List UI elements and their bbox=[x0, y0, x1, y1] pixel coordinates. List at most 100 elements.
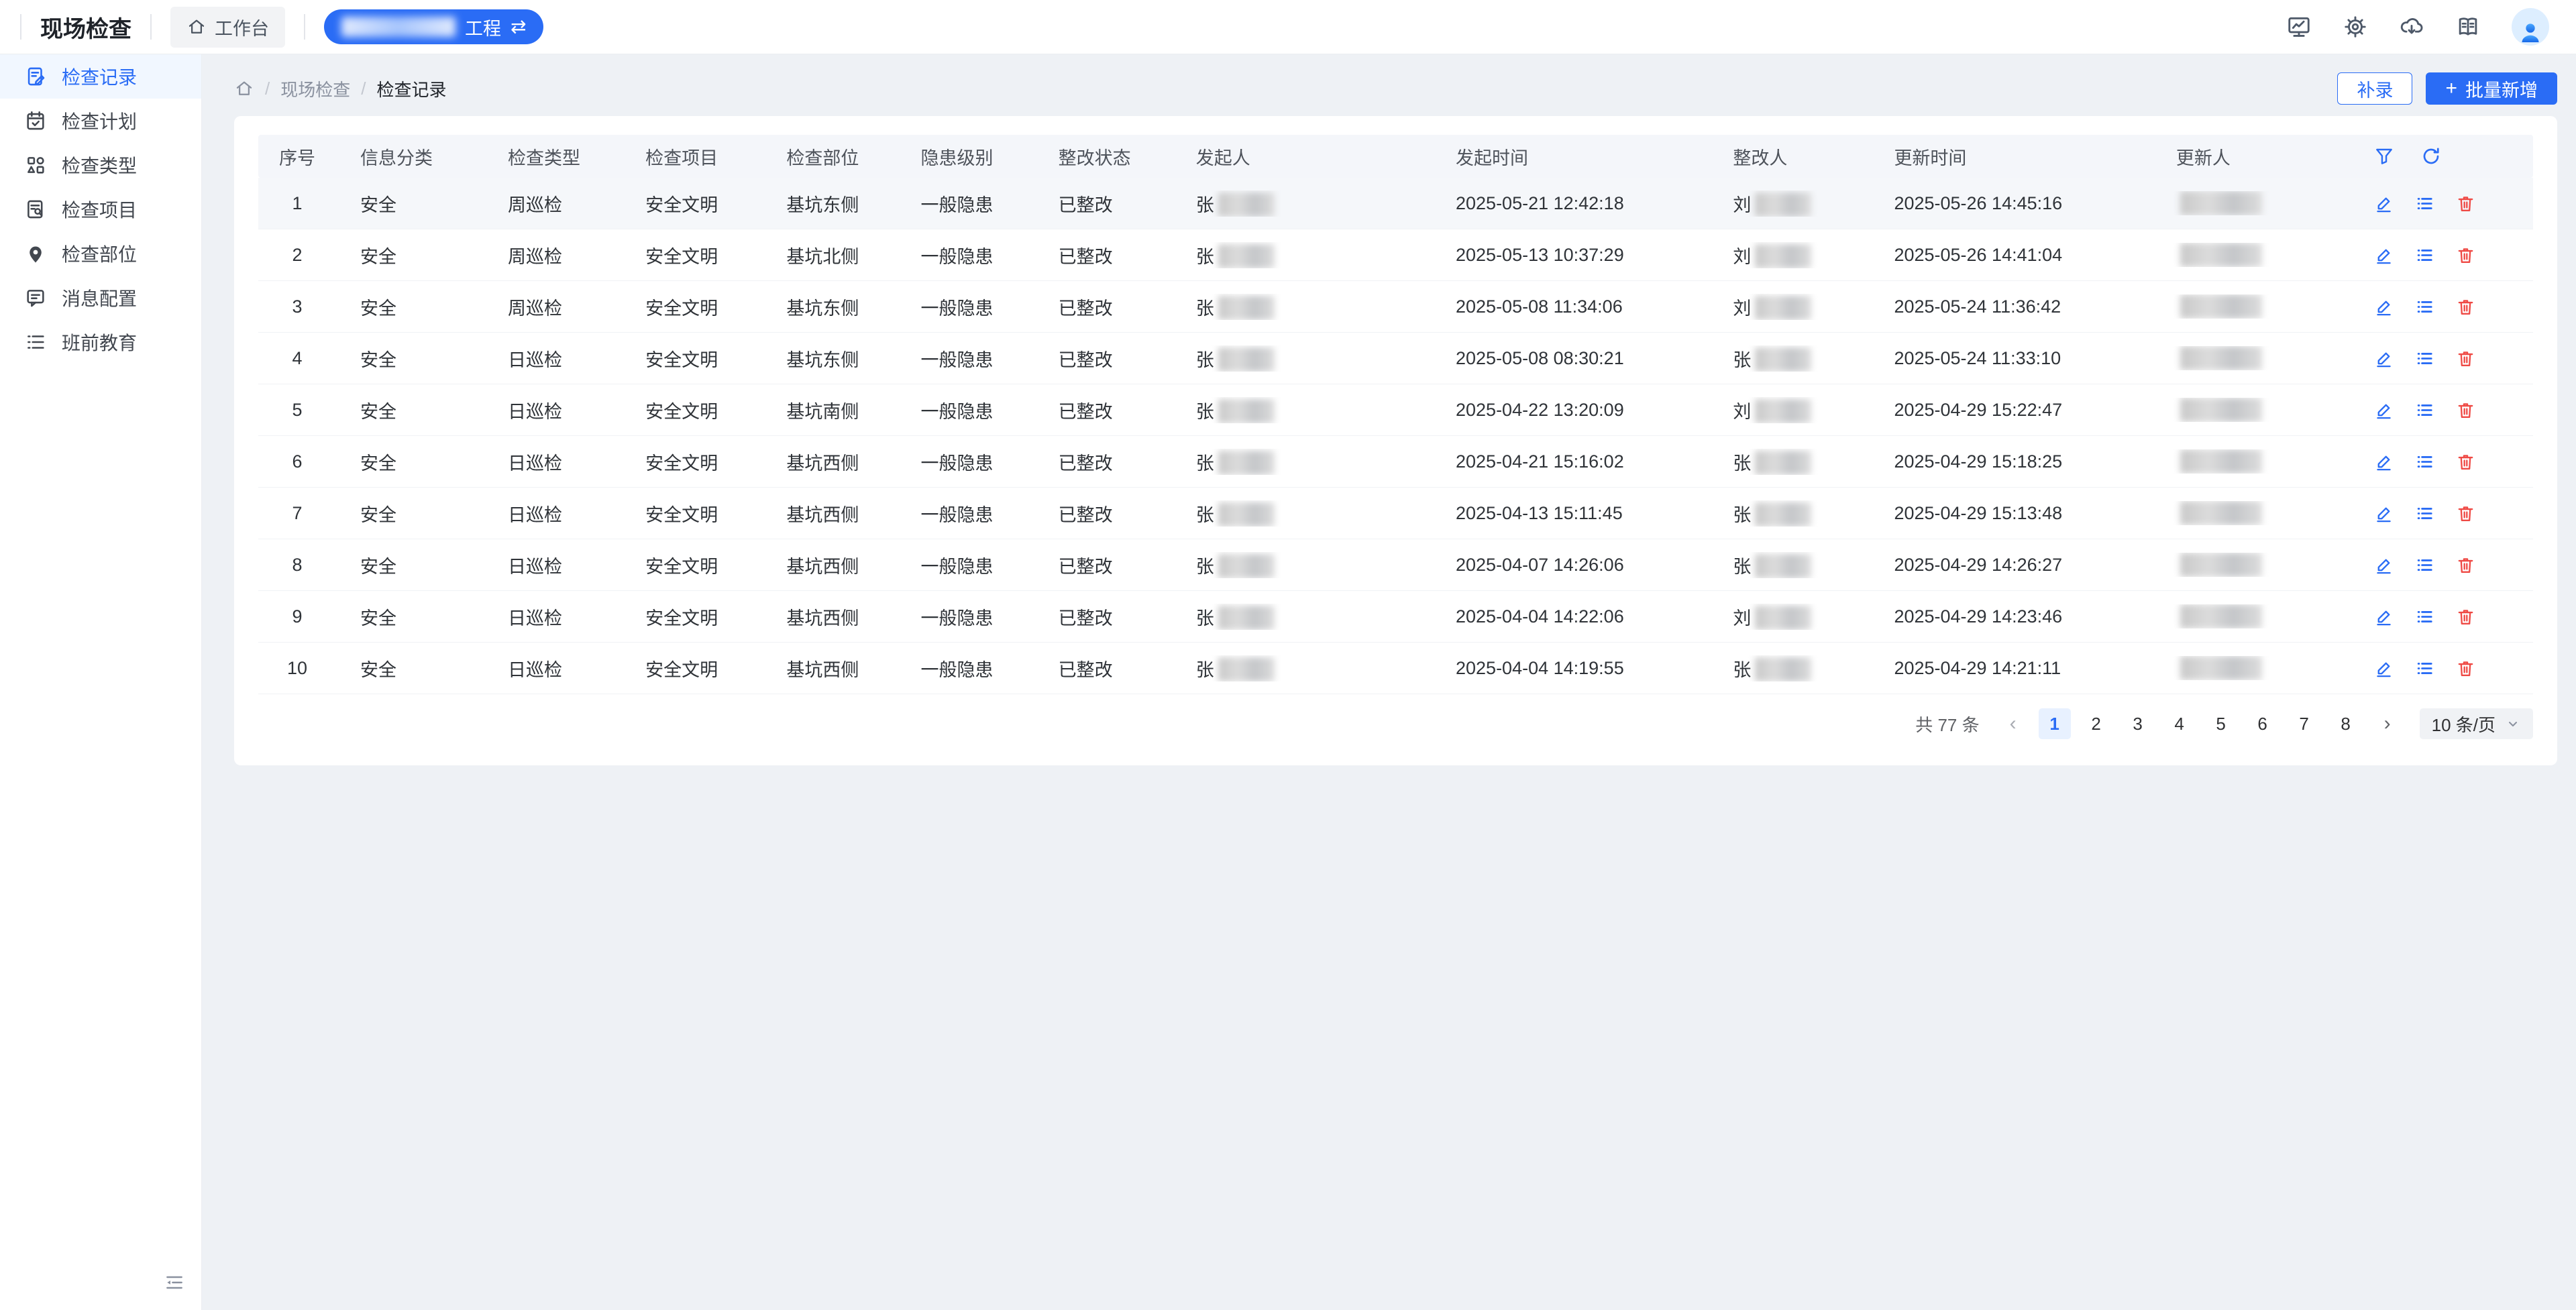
edit-icon[interactable] bbox=[2373, 193, 2394, 214]
cloud-download-icon[interactable] bbox=[2399, 14, 2424, 40]
sidebar-item-inspection-locations[interactable]: 检查部位 bbox=[0, 231, 201, 276]
masked-name bbox=[2180, 346, 2262, 370]
sidebar-item-label: 检查类型 bbox=[62, 152, 137, 178]
sidebar-item-inspection-types[interactable]: 检查类型 bbox=[0, 143, 201, 187]
delete-icon[interactable] bbox=[2455, 400, 2476, 421]
masked-name bbox=[1218, 657, 1275, 681]
sidebar-item-pre-shift-education[interactable]: 班前教育 bbox=[0, 320, 201, 364]
breadcrumb-home-icon[interactable] bbox=[234, 78, 254, 99]
prev-page-button[interactable]: ‹ bbox=[1997, 708, 2029, 739]
table-row: 8安全日巡检安全文明基坑西侧一般隐患已整改张2025-04-07 14:26:0… bbox=[258, 539, 2533, 591]
collapse-sidebar-icon[interactable] bbox=[164, 1272, 185, 1297]
cell-initiator: 张 bbox=[1172, 552, 1432, 578]
refresh-icon[interactable] bbox=[2420, 146, 2442, 167]
cell-updater bbox=[2152, 501, 2360, 525]
delete-icon[interactable] bbox=[2455, 296, 2476, 317]
pre-shift-education-icon bbox=[24, 331, 47, 353]
detail-list-icon[interactable] bbox=[2414, 503, 2435, 524]
page-button-6[interactable]: 6 bbox=[2247, 708, 2279, 739]
cell-no: 7 bbox=[258, 503, 336, 524]
cell-rectifier: 张 bbox=[1709, 655, 1870, 681]
delete-icon[interactable] bbox=[2455, 555, 2476, 576]
settings-gear-icon[interactable] bbox=[2343, 14, 2368, 40]
page-button-2[interactable]: 2 bbox=[2080, 708, 2112, 739]
cell-no: 5 bbox=[258, 400, 336, 421]
batch-add-label: 批量新增 bbox=[2465, 76, 2538, 102]
cell-initiate_time: 2025-04-07 14:26:06 bbox=[1432, 555, 1709, 576]
inspection-location-icon bbox=[24, 242, 47, 265]
masked-name bbox=[1218, 606, 1275, 630]
edit-icon[interactable] bbox=[2373, 503, 2394, 524]
batch-add-button[interactable]: + 批量新增 bbox=[2426, 72, 2557, 105]
cell-category: 安全 bbox=[336, 397, 484, 423]
breadcrumb-separator: / bbox=[361, 78, 366, 99]
delete-icon[interactable] bbox=[2455, 245, 2476, 266]
table-row: 4安全日巡检安全文明基坑东侧一般隐患已整改张2025-05-08 08:30:2… bbox=[258, 333, 2533, 384]
column-header: 发起时间 bbox=[1432, 144, 1709, 170]
detail-list-icon[interactable] bbox=[2414, 658, 2435, 679]
home-icon bbox=[186, 17, 207, 37]
cell-status: 已整改 bbox=[1034, 242, 1172, 268]
table-row: 6安全日巡检安全文明基坑西侧一般隐患已整改张2025-04-21 15:16:0… bbox=[258, 436, 2533, 488]
detail-list-icon[interactable] bbox=[2414, 245, 2435, 266]
detail-list-icon[interactable] bbox=[2414, 296, 2435, 317]
supplement-entry-button[interactable]: 补录 bbox=[2337, 72, 2412, 105]
page-button-7[interactable]: 7 bbox=[2288, 708, 2320, 739]
detail-list-icon[interactable] bbox=[2414, 606, 2435, 627]
cell-initiator: 张 bbox=[1172, 397, 1432, 423]
detail-list-icon[interactable] bbox=[2414, 400, 2435, 421]
sidebar-item-message-config[interactable]: 消息配置 bbox=[0, 276, 201, 320]
cell-updater bbox=[2152, 346, 2360, 370]
cell-rectifier: 刘 bbox=[1709, 397, 1870, 423]
edit-icon[interactable] bbox=[2373, 451, 2394, 472]
breadcrumb-root[interactable]: 现场检查 bbox=[280, 76, 350, 101]
table-row: 2安全周巡检安全文明基坑北侧一般隐患已整改张2025-05-13 10:37:2… bbox=[258, 229, 2533, 281]
delete-icon[interactable] bbox=[2455, 193, 2476, 214]
detail-list-icon[interactable] bbox=[2414, 348, 2435, 369]
project-switcher-pill[interactable]: 工程 ⇄ bbox=[324, 9, 543, 44]
delete-icon[interactable] bbox=[2455, 348, 2476, 369]
cell-update_time: 2025-05-24 11:33:10 bbox=[1870, 348, 2151, 369]
delete-icon[interactable] bbox=[2455, 451, 2476, 472]
page-size-select[interactable]: 10 条/页 bbox=[2420, 708, 2533, 739]
page-button-3[interactable]: 3 bbox=[2122, 708, 2154, 739]
masked-name bbox=[1218, 451, 1275, 475]
sidebar-item-inspection-records[interactable]: 检查记录 bbox=[0, 54, 201, 99]
edit-icon[interactable] bbox=[2373, 400, 2394, 421]
edit-icon[interactable] bbox=[2373, 658, 2394, 679]
cell-no: 4 bbox=[258, 348, 336, 369]
cell-rectifier: 刘 bbox=[1709, 604, 1870, 630]
cell-location: 基坑西侧 bbox=[762, 552, 896, 578]
page-button-1[interactable]: 1 bbox=[2039, 708, 2071, 739]
edit-icon[interactable] bbox=[2373, 296, 2394, 317]
sidebar-item-inspection-items[interactable]: 检查项目 bbox=[0, 187, 201, 231]
monitor-chart-icon[interactable] bbox=[2286, 14, 2312, 40]
page-button-4[interactable]: 4 bbox=[2163, 708, 2196, 739]
edit-icon[interactable] bbox=[2373, 555, 2394, 576]
handbook-icon[interactable] bbox=[2455, 14, 2481, 40]
sidebar-item-inspection-plans[interactable]: 检查计划 bbox=[0, 99, 201, 143]
detail-list-icon[interactable] bbox=[2414, 555, 2435, 576]
delete-icon[interactable] bbox=[2455, 606, 2476, 627]
next-page-button[interactable]: › bbox=[2371, 708, 2404, 739]
edit-icon[interactable] bbox=[2373, 245, 2394, 266]
edit-icon[interactable] bbox=[2373, 348, 2394, 369]
user-avatar[interactable] bbox=[2512, 8, 2549, 46]
app-title: 现场检查 bbox=[40, 11, 131, 44]
column-header: 检查项目 bbox=[621, 144, 762, 170]
edit-icon[interactable] bbox=[2373, 606, 2394, 627]
page-button-8[interactable]: 8 bbox=[2330, 708, 2362, 739]
detail-list-icon[interactable] bbox=[2414, 193, 2435, 214]
cell-location: 基坑东侧 bbox=[762, 294, 896, 320]
page-button-5[interactable]: 5 bbox=[2205, 708, 2237, 739]
delete-icon[interactable] bbox=[2455, 503, 2476, 524]
filter-icon[interactable] bbox=[2373, 146, 2395, 167]
cell-check_item: 安全文明 bbox=[621, 397, 762, 423]
delete-icon[interactable] bbox=[2455, 658, 2476, 679]
detail-list-icon[interactable] bbox=[2414, 451, 2435, 472]
cell-initiator: 张 bbox=[1172, 190, 1432, 217]
inspection-record-icon bbox=[24, 65, 47, 88]
sidebar-item-label: 检查项目 bbox=[62, 196, 137, 223]
masked-name bbox=[2180, 604, 2262, 629]
workbench-button[interactable]: 工作台 bbox=[170, 7, 285, 48]
